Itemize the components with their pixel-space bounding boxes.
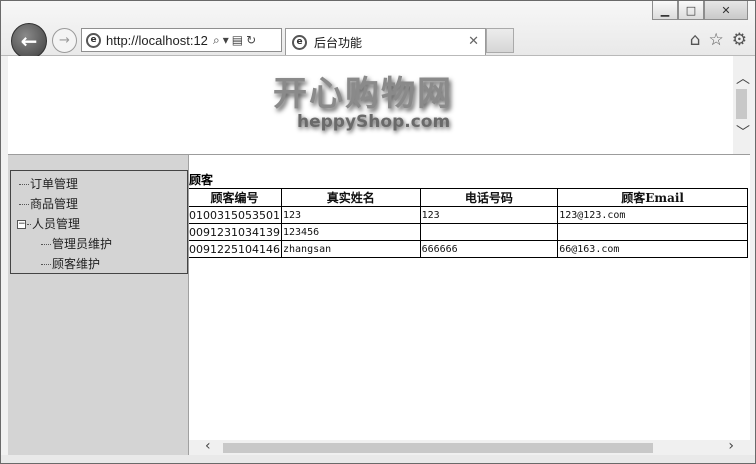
ie-logo-icon: e (292, 34, 307, 50)
tree-item-customer-maintenance[interactable]: 顾客维护 (11, 254, 187, 274)
browser-window: ▁ □ ✕ ← → e http://localhost:12 ⌕ ▾ ▤ ↻ … (0, 0, 756, 464)
forward-button[interactable]: → (52, 28, 77, 53)
tree-item-label[interactable]: 顾客维护 (52, 257, 100, 271)
cell-real-name: zhangsan (280, 240, 421, 258)
tree-item-admin-maintenance[interactable]: 管理员维护 (11, 234, 187, 254)
column-header: 真实姓名 (280, 188, 421, 207)
tree-item-label[interactable]: 商品管理 (30, 197, 78, 211)
scroll-left-icon[interactable]: ‹ (205, 438, 211, 454)
banner-vertical-scrollbar[interactable]: ︿ ﹀ (733, 56, 750, 154)
new-tab-button[interactable] (486, 28, 514, 53)
browser-tab[interactable]: e 后台功能 ✕ (285, 28, 486, 55)
cell-customer-id: 0100315053501 (189, 206, 282, 224)
site-logo: 开心购物网 (273, 74, 453, 114)
site-logo-subtitle: heppyShop.com (297, 112, 451, 132)
scroll-right-icon[interactable]: › (728, 438, 734, 454)
address-text[interactable]: http://localhost:12 (106, 33, 210, 48)
table-row: 0091225104146 zhangsan 666666 66@163.com (189, 240, 748, 258)
page-title: 理顾客 (189, 173, 214, 187)
star-icon[interactable]: ☆ (709, 30, 724, 50)
tree-item-products[interactable]: 商品管理 (11, 194, 187, 214)
scroll-down-icon[interactable]: ﹀ (736, 122, 750, 142)
ie-logo-icon: e (86, 32, 101, 48)
compatibility-icon[interactable]: ▤ (232, 33, 243, 47)
cell-customer-id: 0091231034139 (189, 223, 282, 241)
tree-item-label[interactable]: 管理员维护 (52, 237, 112, 251)
scroll-up-icon[interactable]: ︿ (736, 68, 750, 88)
browser-toolbar-right: ⌂ ☆ ⚙ (690, 30, 747, 50)
nav-frame: 订单管理 商品管理 − 人员管理 管理员维护 顾客维护 (8, 155, 189, 455)
cell-phone: 666666 (419, 240, 559, 258)
cell-real-name: 123 (280, 206, 421, 224)
column-header: 顾客Email (557, 188, 748, 207)
maximize-icon[interactable]: □ (678, 1, 704, 20)
scroll-thumb[interactable] (223, 443, 653, 453)
table-row: 0091231034139 123456 (189, 223, 748, 241)
gear-icon[interactable]: ⚙ (732, 30, 747, 50)
tree-item-label[interactable]: 人员管理 (32, 217, 80, 231)
tab-label: 后台功能 (314, 35, 363, 50)
column-header: 电话号码 (419, 188, 559, 207)
cell-real-name: 123456 (280, 223, 421, 241)
table-row: 0100315053501 123 123 123@123.com (189, 206, 748, 224)
tree-item-label[interactable]: 订单管理 (30, 177, 78, 191)
tree-item-personnel[interactable]: − 人员管理 (11, 214, 187, 234)
cell-email (557, 223, 748, 241)
cell-phone (419, 223, 559, 241)
banner-frame: 开心购物网 heppyShop.com ︿ ﹀ (8, 56, 750, 155)
customer-table: 顾客编号 真实姓名 电话号码 顾客Email 0100315053501 123… (189, 188, 748, 258)
back-button[interactable]: ← (11, 23, 47, 59)
cell-phone: 123 (419, 206, 559, 224)
cell-email: 66@163.com (557, 240, 748, 258)
browser-chrome: ▁ □ ✕ ← → e http://localhost:12 ⌕ ▾ ▤ ↻ … (1, 1, 755, 59)
address-bar[interactable]: e http://localhost:12 ⌕ ▾ ▤ ↻ (81, 28, 282, 52)
tab-close-icon[interactable]: ✕ (468, 34, 479, 49)
window-controls: ▁ □ ✕ (652, 1, 748, 20)
content-frame: 理顾客 顾客编号 真实姓名 电话号码 顾客Email 0100315053501… (189, 155, 750, 455)
content-horizontal-scrollbar[interactable]: ‹ › (189, 438, 750, 455)
table-header-row: 顾客编号 真实姓名 电话号码 顾客Email (189, 188, 748, 207)
refresh-icon[interactable]: ↻ (246, 33, 256, 47)
cell-customer-id: 0091225104146 (189, 240, 282, 258)
tree-item-orders[interactable]: 订单管理 (11, 174, 187, 194)
cell-email: 123@123.com (557, 206, 748, 224)
window-bottom-edge (1, 455, 755, 463)
collapse-icon[interactable]: − (17, 220, 26, 229)
dropdown-icon[interactable]: ▾ (223, 33, 229, 47)
column-header: 顾客编号 (189, 188, 282, 207)
minimize-icon[interactable]: ▁ (652, 1, 678, 20)
nav-tree: 订单管理 商品管理 − 人员管理 管理员维护 顾客维护 (10, 170, 188, 274)
scroll-thumb[interactable] (736, 89, 747, 119)
close-icon[interactable]: ✕ (704, 1, 748, 20)
search-icon[interactable]: ⌕ (213, 33, 220, 48)
home-icon[interactable]: ⌂ (690, 30, 701, 50)
